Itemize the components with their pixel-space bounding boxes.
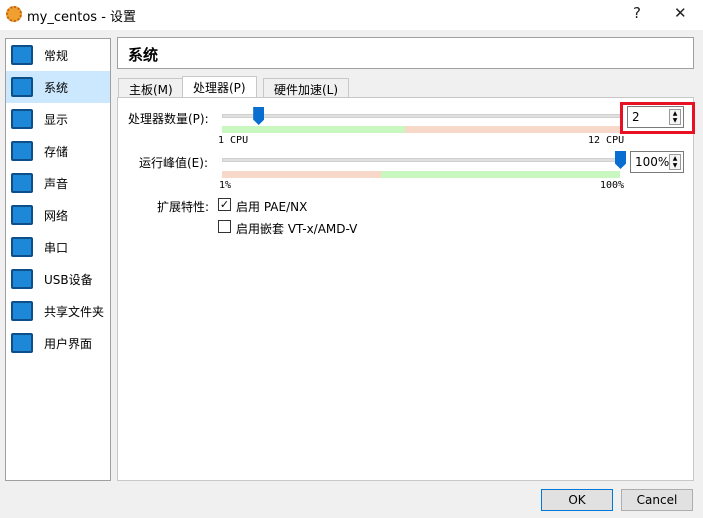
- cpu-max-label: 12 CPU: [588, 135, 625, 146]
- extended-features-label: 扩展特性:: [157, 200, 210, 214]
- user-interface-icon: [11, 333, 33, 353]
- sidebar: 常规系统显示存储声音网络串口 USB设备共享文件夹用户界面: [5, 38, 111, 481]
- window-title: my_centos - 设置: [27, 10, 137, 25]
- usb-icon: [11, 269, 33, 289]
- nested-vtx-checkbox[interactable]: [218, 220, 231, 233]
- pae-checkbox[interactable]: ✓: [218, 198, 231, 211]
- network-icon: [11, 205, 33, 225]
- page-title: 系统: [117, 37, 694, 69]
- sidebar-item-label: 系统: [44, 80, 69, 95]
- cpu-count-label: 处理器数量(P):: [128, 112, 209, 126]
- cpu-count-spinbox[interactable]: 2 ▲ ▼: [627, 106, 684, 128]
- serial-port-icon: [11, 237, 33, 257]
- audio-icon: [11, 173, 33, 193]
- cap-max-label: 100%: [600, 180, 625, 191]
- shared-folder-icon: [11, 301, 33, 321]
- sidebar-item[interactable]: 串口: [6, 231, 110, 263]
- cap-min-label: 1%: [219, 180, 232, 191]
- exec-cap-spinbox[interactable]: 100% ▲ ▼: [630, 151, 684, 173]
- cpu-count-value: 2: [632, 110, 640, 124]
- exec-cap-slider-track[interactable]: [222, 158, 620, 162]
- nested-vtx-label[interactable]: 启用嵌套 VT-x/AMD-V: [236, 220, 357, 237]
- storage-icon: [11, 141, 33, 161]
- tab-motherboard[interactable]: 主板(M): [118, 78, 184, 98]
- sidebar-item-label: 网络: [44, 208, 69, 223]
- help-button[interactable]: ?: [633, 4, 641, 22]
- spin-arrows-icon[interactable]: ▲ ▼: [669, 154, 681, 170]
- tab-processor[interactable]: 处理器(P): [182, 76, 257, 98]
- sidebar-item-label: 串口: [44, 240, 69, 255]
- sidebar-item-label: 常规: [44, 48, 69, 63]
- sidebar-item[interactable]: 声音: [6, 167, 110, 199]
- sidebar-item[interactable]: 存储: [6, 135, 110, 167]
- sidebar-item-label: 用户界面: [44, 336, 93, 351]
- sidebar-item-label: USB设备: [44, 272, 93, 287]
- cpu-min-label: 1 CPU: [218, 135, 249, 146]
- general-icon: [11, 45, 33, 65]
- sidebar-item[interactable]: 网络: [6, 199, 110, 231]
- sidebar-item[interactable]: 显示: [6, 103, 110, 135]
- close-button[interactable]: ✕: [674, 4, 687, 22]
- ok-button[interactable]: OK: [541, 489, 613, 511]
- exec-cap-range-bar: [222, 171, 620, 178]
- sidebar-item[interactable]: 共享文件夹: [6, 295, 110, 327]
- cpu-range-bar: [222, 126, 620, 133]
- sidebar-item-label: 共享文件夹: [44, 304, 105, 319]
- pae-label[interactable]: 启用 PAE/NX: [236, 198, 307, 215]
- sidebar-item[interactable]: 用户界面: [6, 327, 110, 359]
- sidebar-item-label: 存储: [44, 144, 69, 159]
- cancel-button[interactable]: Cancel: [621, 489, 693, 511]
- display-icon: [11, 109, 33, 129]
- sidebar-item-label: 声音: [44, 176, 69, 191]
- sidebar-item[interactable]: USB设备: [6, 263, 110, 295]
- spin-arrows-icon[interactable]: ▲ ▼: [669, 109, 681, 125]
- system-icon: [11, 77, 33, 97]
- tab-acceleration[interactable]: 硬件加速(L): [263, 78, 350, 98]
- exec-cap-label: 运行峰值(E):: [139, 156, 208, 170]
- title-bar: my_centos - 设置 ? ✕: [0, 0, 703, 30]
- sidebar-item[interactable]: 系统: [6, 71, 110, 103]
- exec-cap-value: 100%: [635, 155, 670, 169]
- cpu-slider-track[interactable]: [222, 114, 620, 118]
- app-icon: [6, 6, 22, 22]
- sidebar-item-label: 显示: [44, 112, 69, 127]
- sidebar-item[interactable]: 常规: [6, 39, 110, 71]
